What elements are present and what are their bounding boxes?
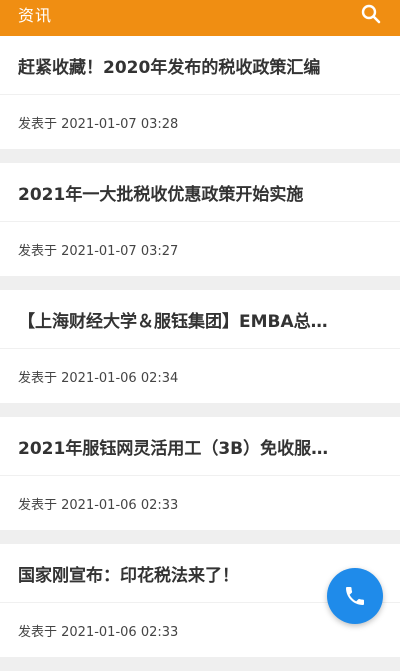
article-title[interactable]: 【上海财经大学＆服钰集团】EMBA总… bbox=[0, 290, 400, 349]
article-title[interactable]: 2021年一大批税收优惠政策开始实施 bbox=[0, 163, 400, 222]
page-title: 资讯 bbox=[18, 6, 53, 25]
search-button[interactable] bbox=[360, 3, 382, 25]
article-title[interactable]: 赶紧收藏！2020年发布的税收政策汇编 bbox=[0, 36, 400, 95]
article-title[interactable]: 2021年服钰网灵活用工（3B）免收服… bbox=[0, 417, 400, 476]
article-date: 发表于 2021-01-07 03:27 bbox=[18, 243, 179, 259]
article-date: 发表于 2021-01-07 03:28 bbox=[18, 116, 179, 132]
call-button[interactable] bbox=[327, 568, 383, 624]
search-icon bbox=[361, 4, 381, 24]
article-card[interactable]: 【上海财经大学＆服钰集团】EMBA总… 发表于 2021-01-06 02:34 bbox=[0, 290, 400, 403]
phone-icon bbox=[346, 587, 364, 605]
article-card[interactable]: 2021年服钰网灵活用工（3B）免收服… 发表于 2021-01-06 02:3… bbox=[0, 417, 400, 530]
article-card[interactable]: 2021年一大批税收优惠政策开始实施 发表于 2021-01-07 03:27 bbox=[0, 163, 400, 276]
article-date: 发表于 2021-01-06 02:34 bbox=[18, 370, 179, 386]
article-card[interactable]: 赶紧收藏！2020年发布的税收政策汇编 发表于 2021-01-07 03:28 bbox=[0, 36, 400, 149]
article-date: 发表于 2021-01-06 02:33 bbox=[18, 497, 179, 513]
top-app-bar: 资讯 bbox=[0, 0, 400, 36]
